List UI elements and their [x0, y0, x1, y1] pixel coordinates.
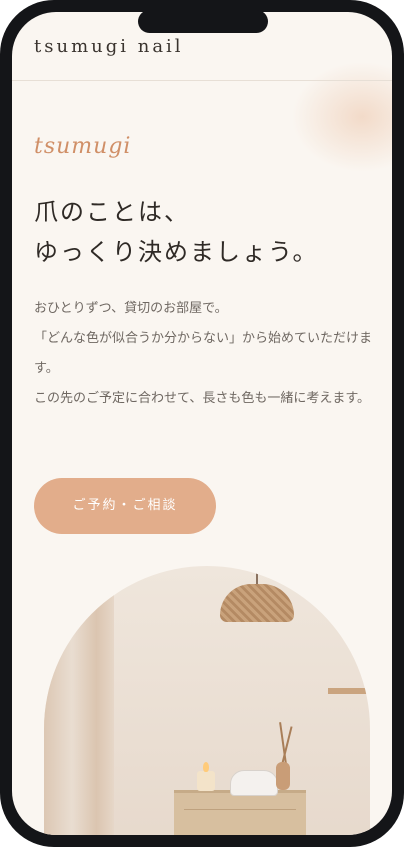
hero-title: 爪のことは、 ゆっくり決めましょう。 — [34, 192, 379, 272]
hero-title-line-1: 爪のことは、 — [34, 198, 190, 226]
brand-logo[interactable]: tsumugi nail — [34, 36, 184, 57]
description-line-3: この先のご予定に合わせて、長さも色も一緒に考えます。 — [34, 391, 371, 406]
wall-shelf-image — [328, 688, 370, 694]
hero-title-line-2: ゆっくり決めましょう。 — [34, 238, 319, 266]
pendant-lamp-image — [220, 584, 294, 622]
script-label: tsumugi — [34, 134, 132, 159]
description-line-1: おひとりずつ、貸切のお部屋で。 — [34, 301, 228, 316]
candle-flame — [203, 762, 209, 772]
description-line-2: 「どんな色が似合うか分からない」から始めていただけます。 — [34, 331, 373, 376]
curtain-image — [44, 566, 114, 835]
hero-description: おひとりずつ、貸切のお部屋で。 「どんな色が似合うか分からない」から始めていただ… — [34, 294, 379, 414]
phone-frame: tsumugi nail tsumugi 爪のことは、 ゆっくり決めましょう。 … — [0, 0, 404, 847]
candle-image — [197, 771, 215, 791]
reservation-button[interactable]: ご予約・ご相談 — [34, 478, 216, 534]
nail-lamp-image — [230, 770, 278, 796]
phone-notch — [138, 10, 268, 33]
vase-image — [276, 762, 290, 790]
cabinet-image — [174, 790, 306, 835]
cabinet-drawer-line — [184, 809, 296, 810]
salon-photo — [44, 566, 370, 835]
screen: tsumugi nail tsumugi 爪のことは、 ゆっくり決めましょう。 … — [12, 12, 392, 835]
